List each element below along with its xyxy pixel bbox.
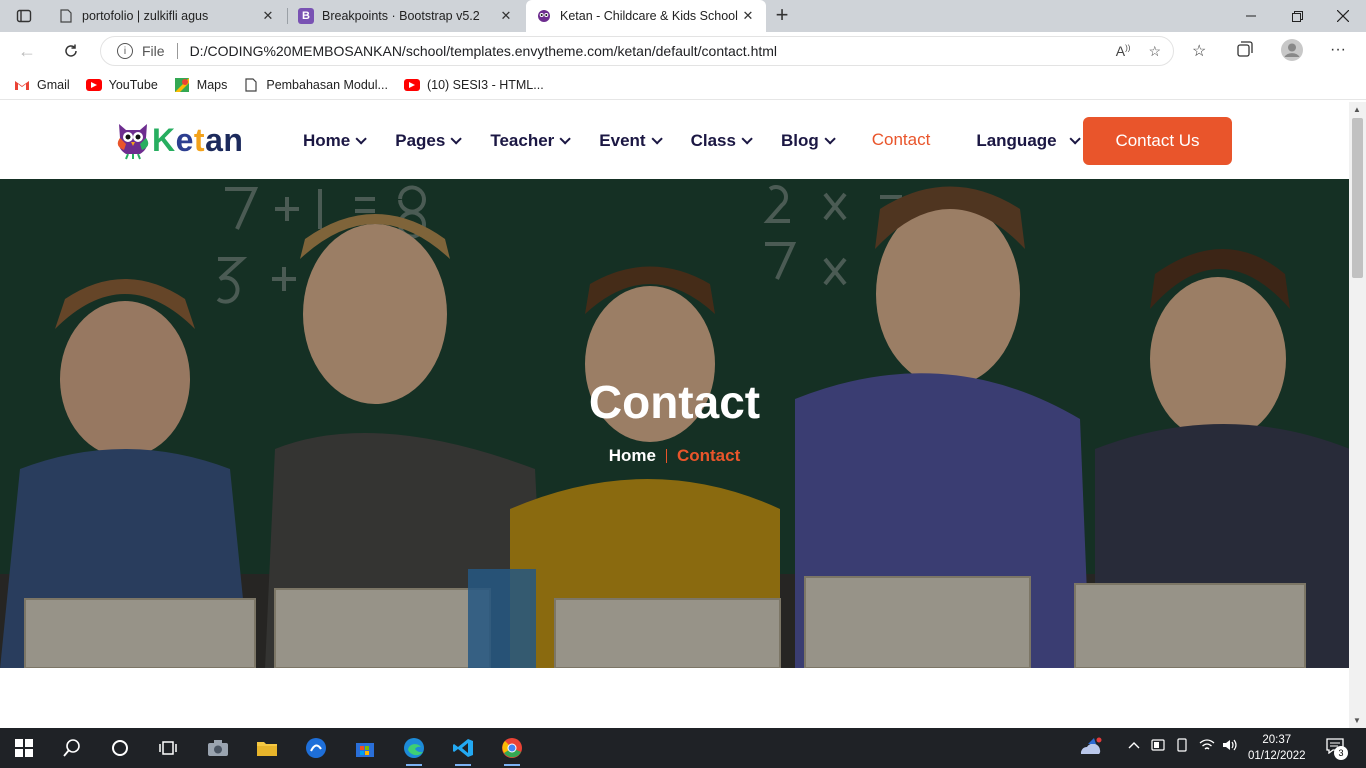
close-tab-icon[interactable]: ✕ xyxy=(498,8,514,24)
site-logo[interactable]: Ketan xyxy=(116,120,243,160)
ketan-owl-icon xyxy=(536,8,552,24)
battery-icon[interactable] xyxy=(1151,738,1167,755)
bookmark-maps[interactable]: Maps xyxy=(174,77,227,92)
cortana-icon[interactable] xyxy=(108,736,132,760)
clock-time: 20:37 xyxy=(1262,734,1292,746)
scrollbar-thumb[interactable] xyxy=(1352,118,1363,278)
nav-teacher[interactable]: Teacher xyxy=(490,131,572,151)
contact-us-button[interactable]: Contact Us xyxy=(1083,117,1232,165)
chrome-icon[interactable] xyxy=(500,736,524,766)
task-view-icon[interactable] xyxy=(156,736,180,760)
tab-portofolio[interactable]: portofolio | zulkifli agus ✕ xyxy=(48,0,286,32)
address-toolbar: ← i File D:/CODING%20MEMBOSANKAN/school/… xyxy=(0,32,1366,70)
edge-browser-icon[interactable] xyxy=(402,736,426,766)
scroll-up-icon[interactable]: ▲ xyxy=(1353,105,1361,114)
owl-logo-icon xyxy=(117,124,149,160)
file-explorer-icon[interactable] xyxy=(255,736,279,760)
search-icon[interactable] xyxy=(60,736,84,760)
address-bar[interactable]: i File D:/CODING%20MEMBOSANKAN/school/te… xyxy=(100,36,1174,66)
close-tab-icon[interactable]: ✕ xyxy=(260,8,276,24)
scroll-down-icon[interactable]: ▼ xyxy=(1353,716,1361,725)
breadcrumb-home-link[interactable]: Home xyxy=(609,446,656,466)
nav-home[interactable]: Home xyxy=(303,131,368,151)
nav-contact[interactable]: Contact xyxy=(872,128,931,151)
chevron-up-icon[interactable] xyxy=(1128,738,1140,754)
page-viewport: Ketan Home Pages Teacher Event Class Blo… xyxy=(0,102,1349,728)
scheme-label: File xyxy=(142,43,165,59)
url-text: D:/CODING%20MEMBOSANKAN/school/templates… xyxy=(189,43,778,59)
browser-tab-strip: portofolio | zulkifli agus ✕ B Breakpoin… xyxy=(0,0,1366,32)
nav-language[interactable]: Language xyxy=(976,131,1081,151)
windows-start-icon[interactable] xyxy=(12,736,36,760)
nav-pages[interactable]: Pages xyxy=(395,131,463,151)
nav-class[interactable]: Class xyxy=(691,131,753,151)
favorites-icon[interactable]: ☆ xyxy=(1192,41,1206,61)
chevron-down-icon xyxy=(559,133,572,145)
chevron-down-icon xyxy=(741,133,753,145)
breadcrumb-current: Contact xyxy=(676,446,741,465)
windows-taskbar: 20:37 01/12/2022 3 xyxy=(0,728,1366,768)
more-menu-icon[interactable]: ··· xyxy=(1330,41,1346,59)
chevron-down-icon xyxy=(824,133,836,145)
camera-app-icon[interactable] xyxy=(206,736,230,760)
vscode-icon[interactable] xyxy=(451,736,475,766)
maps-icon xyxy=(174,77,190,92)
youtube-icon xyxy=(85,78,102,91)
tab-title: portofolio | zulkifli agus xyxy=(82,9,209,23)
tab-bootstrap[interactable]: B Breakpoints · Bootstrap v5.2 ✕ xyxy=(288,0,524,32)
notification-count-badge: 3 xyxy=(1334,746,1348,760)
restore-button[interactable] xyxy=(1274,0,1320,32)
page-title: Contact xyxy=(588,376,761,428)
main-nav: Home Pages Teacher Event Class Blog Cont… xyxy=(303,128,1081,151)
gmail-icon xyxy=(14,79,30,91)
page-banner: Contact Home Contact xyxy=(0,179,1349,668)
nav-event[interactable]: Event xyxy=(599,131,663,151)
chevron-down-icon xyxy=(355,133,368,145)
new-tab-button[interactable]: + xyxy=(770,4,794,28)
back-button[interactable]: ← xyxy=(14,39,40,63)
chevron-down-icon xyxy=(1069,133,1081,145)
bookmarks-bar: Gmail YouTube Maps Pembahasan Modul... (… xyxy=(0,70,1366,100)
bookmark-pembahasan[interactable]: Pembahasan Modul... xyxy=(243,78,388,92)
minimize-button[interactable] xyxy=(1228,0,1274,32)
logo-wordmark: Ketan xyxy=(152,121,244,158)
close-tab-icon[interactable]: ✕ xyxy=(740,8,756,24)
bookmark-gmail[interactable]: Gmail xyxy=(14,78,70,92)
tab-title: Breakpoints · Bootstrap v5.2 xyxy=(322,9,480,23)
device-icon[interactable] xyxy=(1175,738,1189,755)
system-clock[interactable]: 20:37 01/12/2022 xyxy=(1248,732,1306,764)
microsoft-store-icon[interactable] xyxy=(353,736,377,760)
wifi-icon[interactable] xyxy=(1199,738,1215,755)
breadcrumb: Home Contact xyxy=(0,446,1349,466)
bookmark-youtube[interactable]: YouTube xyxy=(85,78,158,92)
chevron-down-icon xyxy=(450,133,463,145)
chevron-down-icon xyxy=(651,133,663,145)
bootstrap-icon: B xyxy=(298,8,314,24)
weather-icon[interactable] xyxy=(1078,736,1104,761)
tab-actions-icon[interactable] xyxy=(10,6,38,26)
page-scrollbar[interactable]: ▲ ▼ xyxy=(1349,102,1366,728)
bookmark-sesi3[interactable]: (10) SESI3 - HTML... xyxy=(403,78,544,92)
collections-icon[interactable] xyxy=(1237,41,1253,62)
profile-avatar[interactable] xyxy=(1281,39,1303,66)
info-icon[interactable]: i xyxy=(117,43,133,59)
read-aloud-icon[interactable]: A)) xyxy=(1116,43,1131,60)
site-header: Ketan Home Pages Teacher Event Class Blo… xyxy=(0,102,1349,179)
nav-blog[interactable]: Blog xyxy=(781,131,836,151)
tab-title: Ketan - Childcare & Kids School xyxy=(560,9,738,23)
close-window-button[interactable] xyxy=(1320,0,1366,32)
clock-date: 01/12/2022 xyxy=(1248,750,1306,762)
reload-button[interactable] xyxy=(58,39,84,63)
app-circle-icon[interactable] xyxy=(304,736,328,760)
youtube-icon xyxy=(403,78,420,91)
add-favorite-icon[interactable]: ☆ xyxy=(1148,43,1161,60)
page-icon xyxy=(243,77,259,92)
tab-ketan-active[interactable]: Ketan - Childcare & Kids School ✕ xyxy=(526,0,766,32)
volume-icon[interactable] xyxy=(1222,738,1238,755)
page-icon xyxy=(58,8,74,24)
